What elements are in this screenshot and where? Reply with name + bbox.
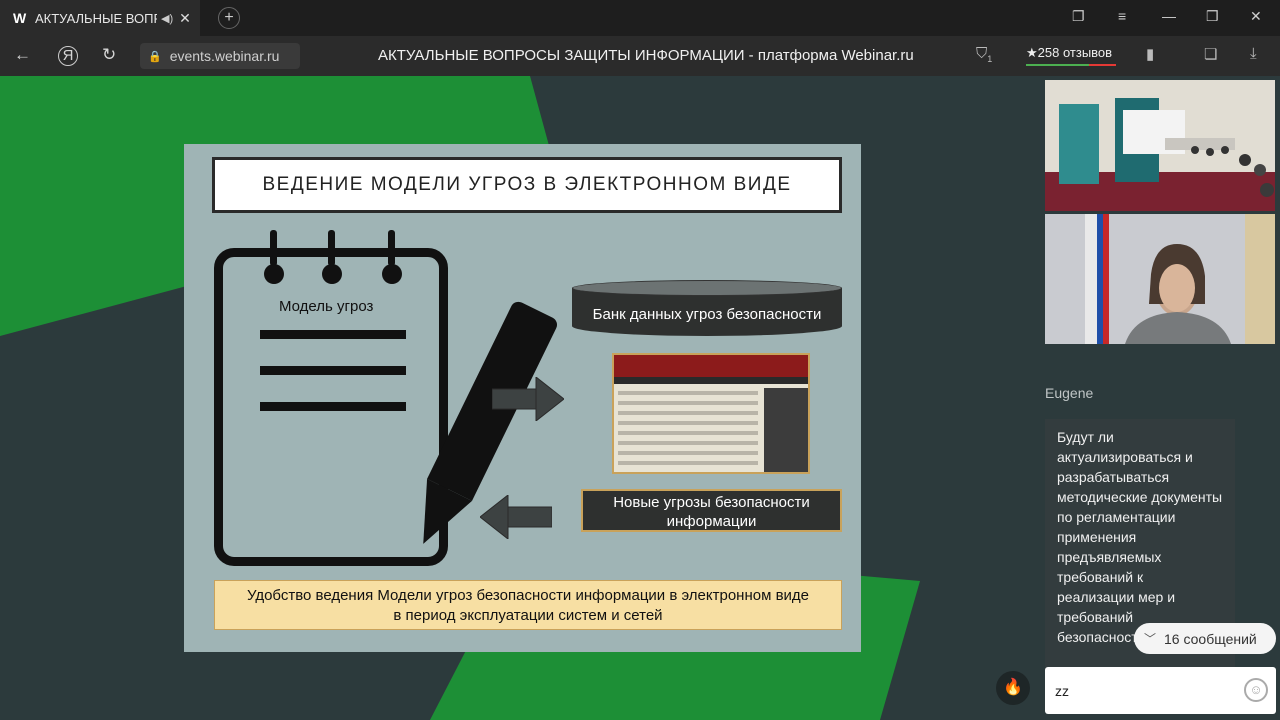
tab-favicon: W [13, 10, 27, 26]
tab-bar: W АКТУАЛЬНЫЕ ВОПРО ◀) ✕ + ❐ ≡ — ❒ ✕ [0, 0, 1280, 36]
rating-bar [1026, 64, 1116, 66]
speaker-icon[interactable]: ◀) [161, 12, 173, 25]
ring-icon [328, 230, 335, 266]
fire-icon[interactable]: 🔥 [996, 671, 1030, 705]
summary-line-2: в период эксплуатации систем и сетей [393, 607, 663, 624]
emoji-icon[interactable]: ☺ [1244, 678, 1268, 702]
slide: ВЕДЕНИЕ МОДЕЛИ УГРОЗ В ЭЛЕКТРОННОМ ВИДЕ … [184, 144, 861, 652]
notepad-line [260, 330, 406, 339]
close-window-icon[interactable]: ✕ [1250, 8, 1262, 25]
star-icon: ★ [1026, 45, 1038, 60]
presentation-stage: ВЕДЕНИЕ МОДЕЛИ УГРОЗ В ЭЛЕКТРОННОМ ВИДЕ … [0, 76, 1040, 720]
side-panel: Eugene Будут ли актуализироваться и разр… [996, 76, 1280, 720]
active-tab[interactable]: W АКТУАЛЬНЫЕ ВОПРО ◀) ✕ [0, 0, 200, 36]
database-icon: Банк данных угроз безопасности [572, 280, 842, 338]
unread-count: 16 сообщений [1164, 630, 1257, 647]
conference-video[interactable] [1045, 80, 1275, 211]
chevron-down-icon: ﹀ [1144, 632, 1157, 646]
chat-input[interactable]: zz ☺ [1045, 667, 1276, 714]
lock-icon: 🔒 [148, 50, 162, 63]
url-field[interactable]: 🔒 events.webinar.ru [140, 43, 300, 69]
chat-icon[interactable]: ❏ [1204, 45, 1217, 63]
reviews-text: 258 отзывов [1037, 45, 1113, 60]
chat-input-value: zz [1055, 683, 1069, 699]
minimize-icon[interactable]: — [1162, 8, 1176, 24]
ring-dot [382, 264, 402, 284]
back-icon[interactable]: ← [14, 45, 31, 65]
slide-summary: Удобство ведения Модели угроз безопаснос… [214, 580, 842, 630]
speaker-video[interactable] [1045, 214, 1275, 344]
arrow-left-icon [480, 495, 552, 539]
summary-line-1: Удобство ведения Модели угроз безопаснос… [246, 587, 810, 604]
page-title: АКТУАЛЬНЫЕ ВОПРОСЫ ЗАЩИТЫ ИНФОРМАЦИИ - п… [378, 47, 914, 64]
bookmark-icon[interactable]: ▮ [1146, 45, 1154, 63]
tab-title: АКТУАЛЬНЫЕ ВОПРО [35, 10, 157, 26]
download-icon[interactable]: ⤓ [1250, 45, 1257, 62]
reload-icon[interactable]: ↻ [102, 45, 116, 65]
notepad-line [260, 402, 406, 411]
shield-count: 1 [987, 54, 993, 64]
new-threats-box: Новые угрозы безопасности информации [581, 489, 842, 532]
ring-icon [388, 230, 395, 266]
arrow-right-icon [492, 377, 564, 421]
unread-messages-button[interactable]: ﹀ 16 сообщений [1134, 623, 1276, 654]
slide-title: ВЕДЕНИЕ МОДЕЛИ УГРОЗ В ЭЛЕКТРОННОМ ВИДЕ [212, 157, 842, 213]
database-label: Банк данных угроз безопасности [592, 306, 822, 323]
bookmarks-icon[interactable]: ❐ [1072, 8, 1085, 25]
address-bar: ← Я ↻ 🔒 events.webinar.ru АКТУАЛЬНЫЕ ВОП… [0, 36, 1280, 76]
notepad-label: Модель угроз [279, 298, 374, 315]
menu-icon[interactable]: ≡ [1118, 8, 1126, 24]
url-text: events.webinar.ru [169, 48, 280, 64]
plus-icon[interactable]: + [218, 7, 240, 29]
ring-dot [264, 264, 284, 284]
notepad-line [260, 366, 406, 375]
ring-dot [322, 264, 342, 284]
yandex-icon[interactable]: Я [58, 46, 78, 66]
reviews-badge[interactable]: ★258 отзывов [1026, 45, 1116, 66]
chat-author: Eugene [1045, 385, 1094, 401]
shield-icon[interactable]: ⛉1 [976, 45, 992, 64]
maximize-icon[interactable]: ❒ [1206, 8, 1219, 25]
website-screenshot [612, 353, 810, 474]
close-icon[interactable]: ✕ [179, 10, 191, 27]
ring-icon [270, 230, 277, 266]
